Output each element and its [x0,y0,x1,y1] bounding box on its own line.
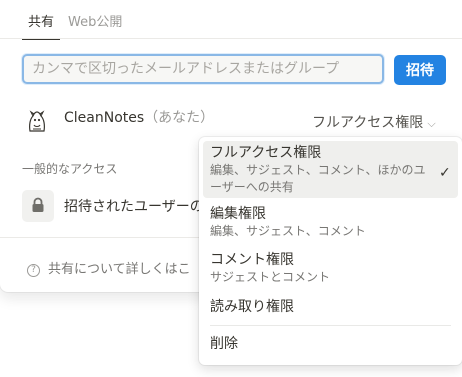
tabs-divider [0,38,462,39]
tab-publish[interactable]: Web公開 [62,0,128,38]
menu-item-desc: 編集、サジェスト、コメント [210,224,366,238]
menu-item-title: 読み取り権限 [210,299,294,315]
avatar [24,109,50,135]
general-access-row[interactable]: 招待されたユーザーの [22,190,222,222]
member-access-dropdown[interactable]: フルアクセス権限 ⌵ [312,112,436,132]
member-access-label: フルアクセス権限 [312,115,424,131]
share-tabs: 共有 Web公開 [22,0,128,40]
menu-item-remove-label: 削除 [210,336,238,352]
menu-item-edit[interactable]: 編集権限 編集、サジェスト、コメント [203,205,458,243]
member-name: CleanNotes [64,110,145,126]
access-level-menu: フルアクセス権限 編集、サジェスト、コメント、ほかのユ ーザーへの共有 ✓ 編集… [199,137,462,365]
avatar-sketch-icon [29,110,45,132]
general-access-heading: 一般的なアクセス [22,162,118,176]
menu-item-full-access[interactable]: フルアクセス権限 編集、サジェスト、コメント、ほかのユ ーザーへの共有 ✓ [203,141,458,198]
menu-item-remove[interactable]: 削除 [203,335,458,357]
lock-icon-box [22,190,54,222]
menu-item-title: フルアクセス権限 [210,145,322,161]
invite-button[interactable]: 招待 [394,55,446,85]
invite-email-input[interactable] [22,54,384,84]
general-access-value: 招待されたユーザーの [64,199,204,215]
check-icon: ✓ [439,165,451,181]
question-circle-icon: ? [27,264,40,277]
menu-item-read[interactable]: 読み取り権限 [203,298,458,320]
member-you-label: （あなた） [144,110,215,126]
member-row: CleanNotes（あなた） フルアクセス権限 ⌵ [22,106,452,136]
menu-item-title: コメント権限 [210,252,294,268]
help-link-text: 共有について詳しくはこ [48,262,191,277]
tab-share[interactable]: 共有 [22,0,61,40]
menu-item-comment[interactable]: コメント権限 サジェストとコメント [203,251,458,289]
lock-icon [32,197,44,212]
menu-item-title: 編集権限 [210,206,266,222]
menu-divider [210,325,451,326]
help-link[interactable]: ? 共有について詳しくはこ [27,258,191,277]
menu-item-desc: ーザーへの共有 [210,180,294,194]
chevron-down-icon: ⌵ [427,117,436,130]
menu-item-desc: サジェストとコメント [210,270,331,284]
menu-item-desc: 編集、サジェスト、コメント、ほかのユ [210,163,426,177]
member-name-group: CleanNotes（あなた） [64,107,214,127]
